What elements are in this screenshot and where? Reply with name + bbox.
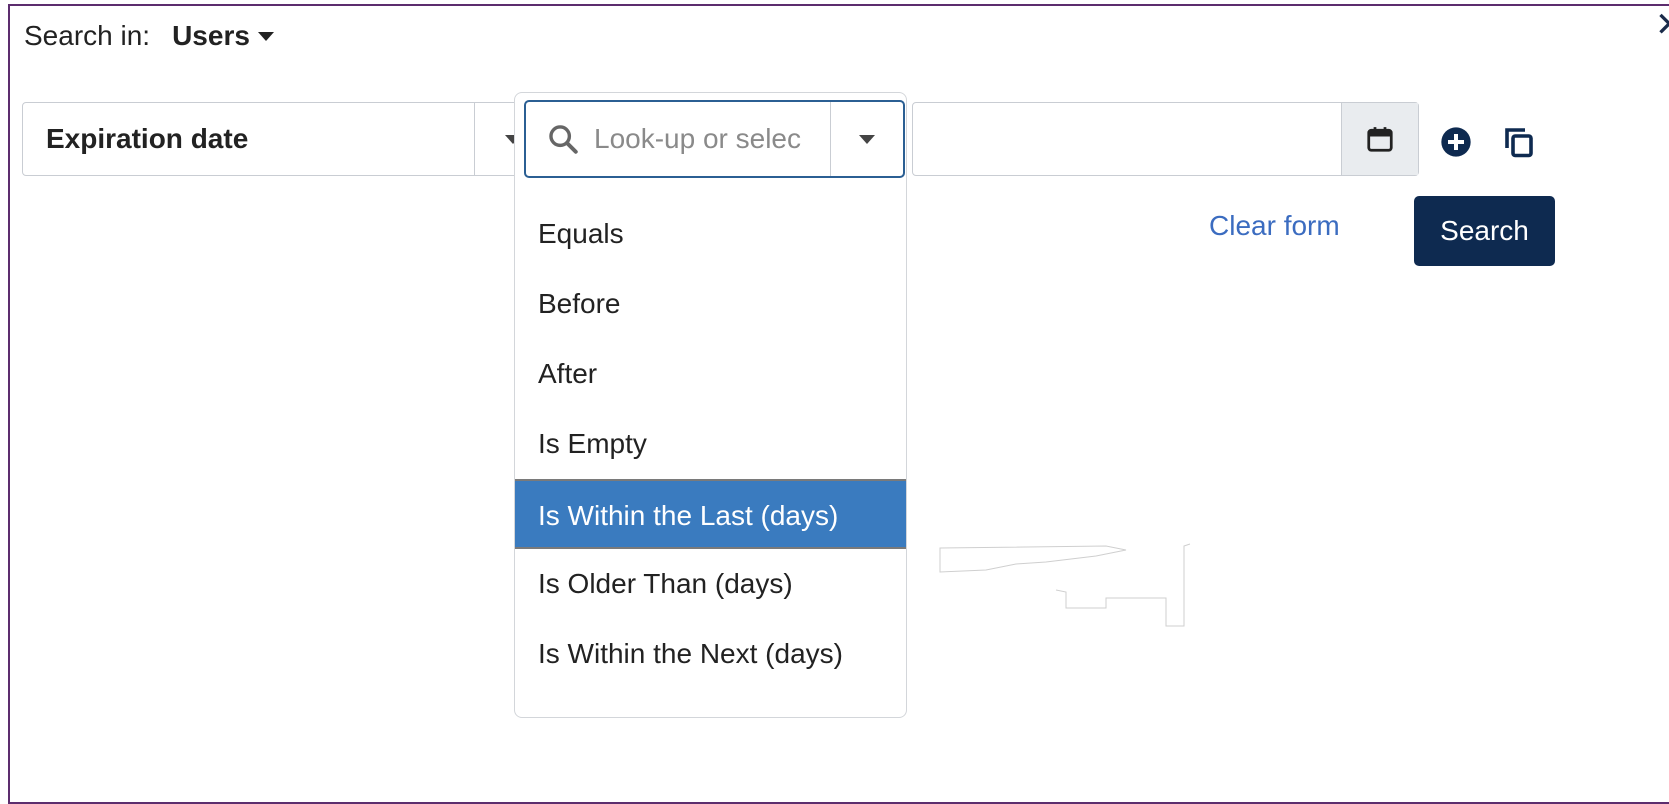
field-select[interactable]: Expiration date (22, 102, 552, 176)
field-select-value: Expiration date (46, 123, 249, 154)
search-scope-dropdown[interactable]: Users (172, 20, 274, 52)
rendering-artifact (869, 543, 1191, 627)
operator-option[interactable]: Before (515, 269, 906, 339)
operator-dropdown-list: Equals Before After Is Empty Is Within the L… (514, 92, 907, 718)
search-in-label: Search in: (24, 20, 151, 51)
operator-options: Equals Before After Is Empty Is Within the L… (515, 199, 906, 689)
operator-option[interactable]: Is Within the Last (days) (515, 479, 906, 549)
date-value-field[interactable] (912, 102, 1419, 176)
operator-toggle[interactable] (830, 102, 903, 176)
operator-combobox[interactable] (524, 100, 905, 178)
chevron-down-icon (257, 31, 274, 41)
duplicate-criteria-icon[interactable] (1501, 124, 1537, 160)
calendar-button[interactable] (1341, 103, 1418, 175)
add-criteria-icon[interactable] (1440, 126, 1472, 158)
operator-search-input[interactable] (594, 123, 814, 155)
operator-option[interactable]: Is Empty (515, 409, 906, 479)
search-icon (549, 125, 578, 154)
calendar-icon (1367, 127, 1393, 152)
operator-option[interactable]: After (515, 339, 906, 409)
search-scope-value: Users (172, 20, 250, 51)
date-value-input[interactable] (913, 103, 1341, 175)
operator-option[interactable]: Is Within the Next (days) (515, 619, 906, 689)
search-in-row: Search in: Users (24, 20, 274, 52)
search-button[interactable]: Search (1414, 196, 1555, 266)
chevron-down-icon (859, 134, 875, 144)
clear-form-link[interactable]: Clear form (1209, 210, 1340, 242)
operator-option[interactable]: Is Older Than (days) (515, 549, 906, 619)
close-icon[interactable]: ✕ (1655, 8, 1669, 42)
operator-option[interactable]: Equals (515, 199, 906, 269)
